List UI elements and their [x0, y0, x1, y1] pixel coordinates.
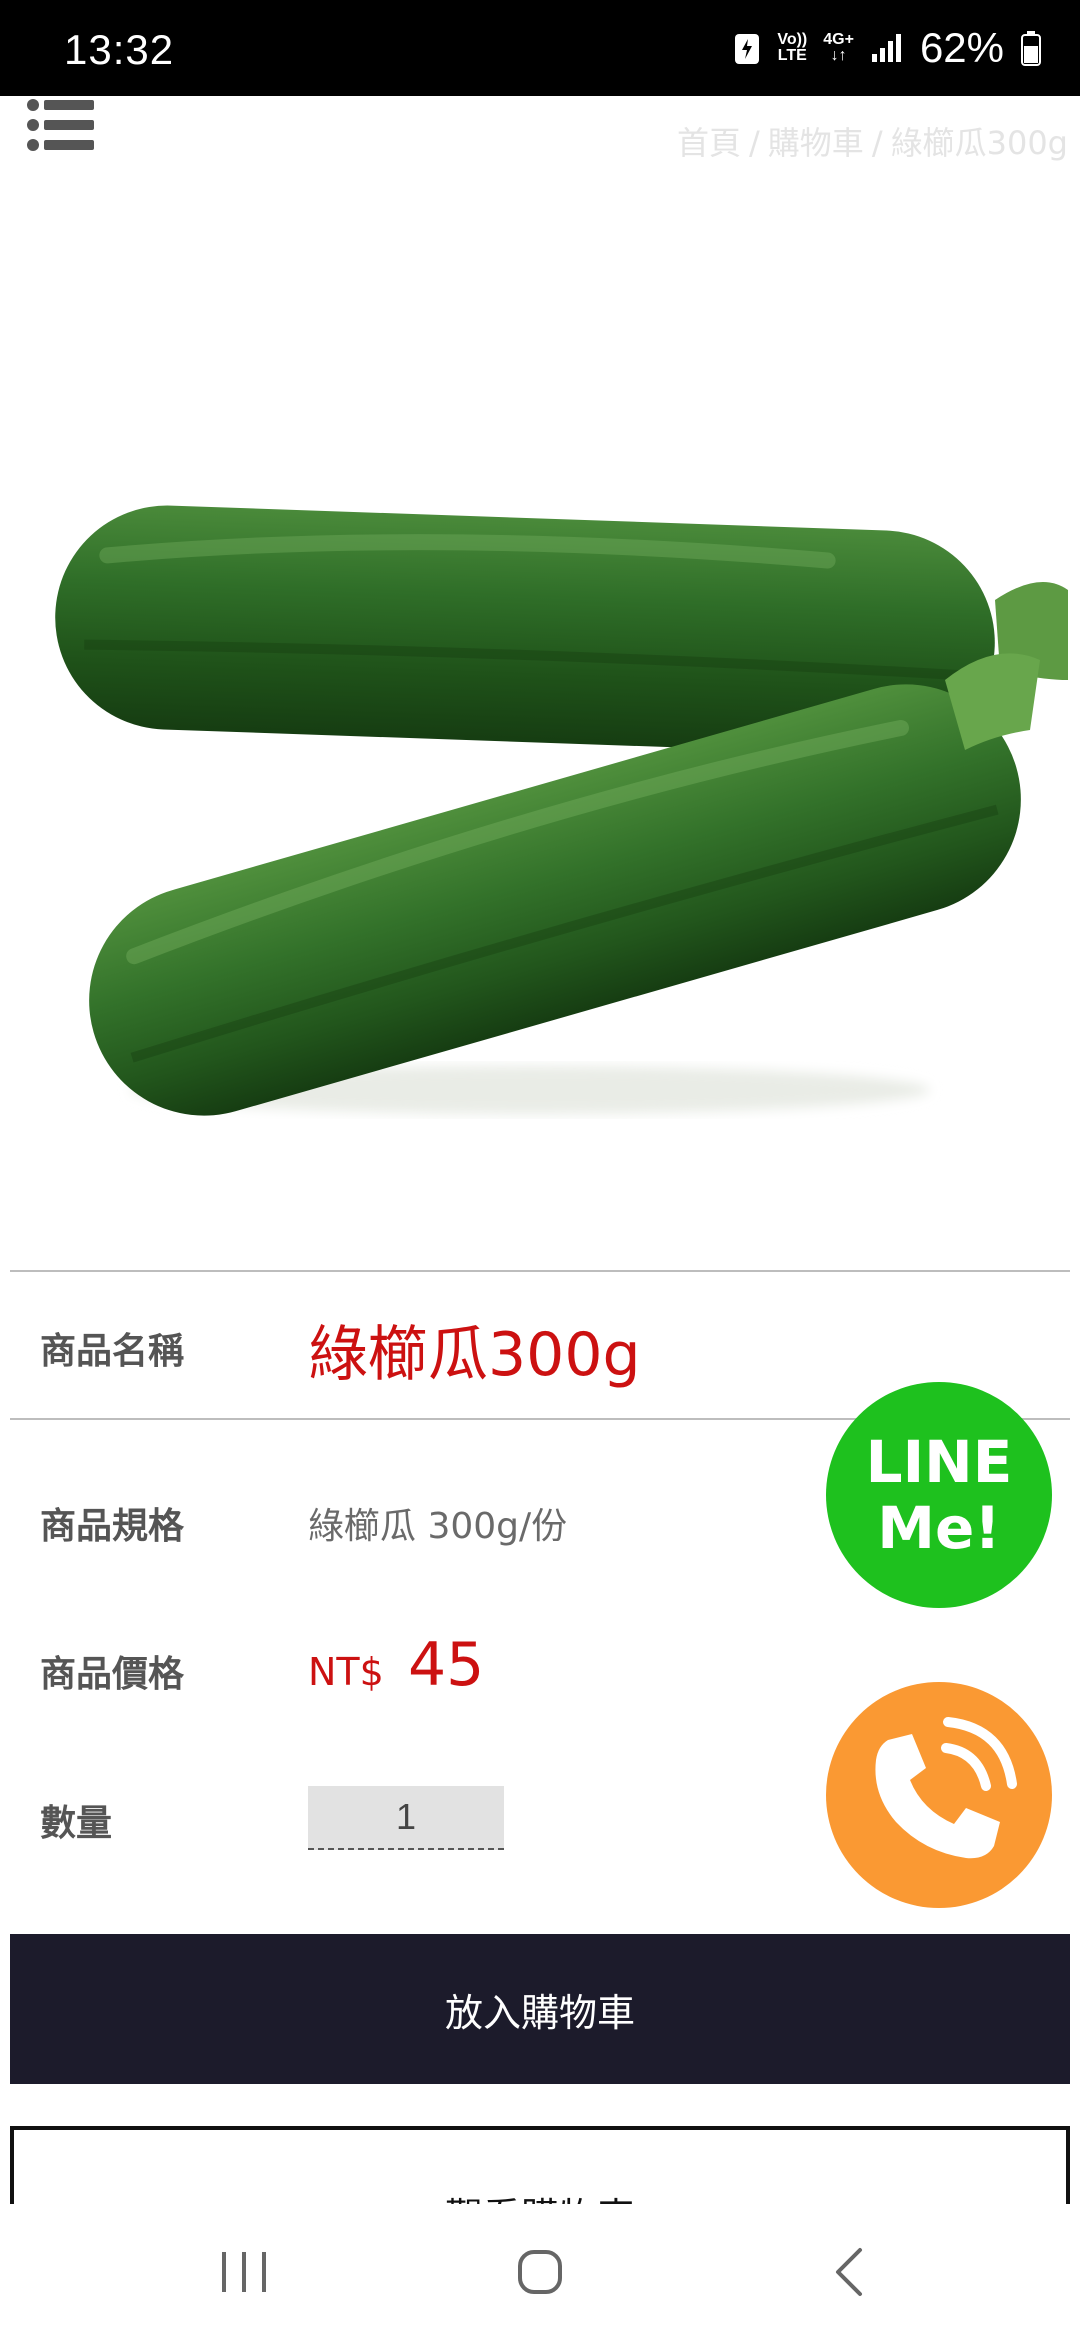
product-spec-label: 商品規格: [40, 1506, 185, 1547]
divider: [10, 1270, 1070, 1272]
breadcrumb-separator: /: [871, 124, 883, 162]
line-label: LINE: [865, 1428, 1013, 1496]
battery-icon: [1021, 31, 1041, 66]
breadcrumb-home[interactable]: 首頁: [677, 124, 741, 162]
breadcrumb: 首頁 / 購物車 / 綠櫛瓜300g: [677, 118, 1068, 164]
product-price-label: 商品價格: [40, 1654, 185, 1695]
breadcrumb-separator: /: [749, 124, 760, 162]
price-currency: NT$: [308, 1650, 384, 1694]
volte-indicator: Vo)) LTE: [777, 31, 808, 64]
signal-icon: [871, 34, 901, 62]
status-bar: 13:32 Vo)) LTE 4G+ ↓↑ 62%: [0, 0, 1080, 96]
product-price: 45: [408, 1630, 485, 1700]
recent-apps-icon[interactable]: [204, 2240, 284, 2304]
status-time: 13:32: [64, 26, 175, 73]
call-button[interactable]: [826, 1682, 1052, 1908]
back-icon[interactable]: [808, 2240, 888, 2304]
network-type-indicator: 4G+ ↓↑: [823, 31, 854, 64]
navigation-bar: [0, 2204, 1080, 2340]
phone-call-icon: [875, 1717, 1017, 1859]
status-icons: Vo)) LTE 4G+ ↓↑ 62%: [733, 22, 1042, 74]
quantity-input[interactable]: [308, 1786, 504, 1850]
line-contact-button[interactable]: LINE Me!: [826, 1382, 1052, 1608]
add-to-cart-button[interactable]: 放入購物車: [10, 1934, 1070, 2084]
breadcrumb-cart[interactable]: 購物車: [768, 124, 864, 162]
breadcrumb-current: 綠櫛瓜300g: [890, 124, 1068, 162]
list-icon[interactable]: [26, 96, 98, 154]
quantity-label: 數量: [40, 1803, 113, 1844]
data-saver-icon: [735, 34, 760, 64]
product-name: 綠櫛瓜300g: [308, 1320, 641, 1390]
line-label-sub: Me!: [877, 1494, 1001, 1562]
product-image: [10, 210, 1070, 1270]
home-icon[interactable]: [500, 2240, 580, 2304]
product-spec: 綠櫛瓜 300g/份: [308, 1506, 568, 1547]
battery-percent: 62%: [919, 24, 1004, 71]
product-name-label: 商品名稱: [40, 1331, 185, 1372]
